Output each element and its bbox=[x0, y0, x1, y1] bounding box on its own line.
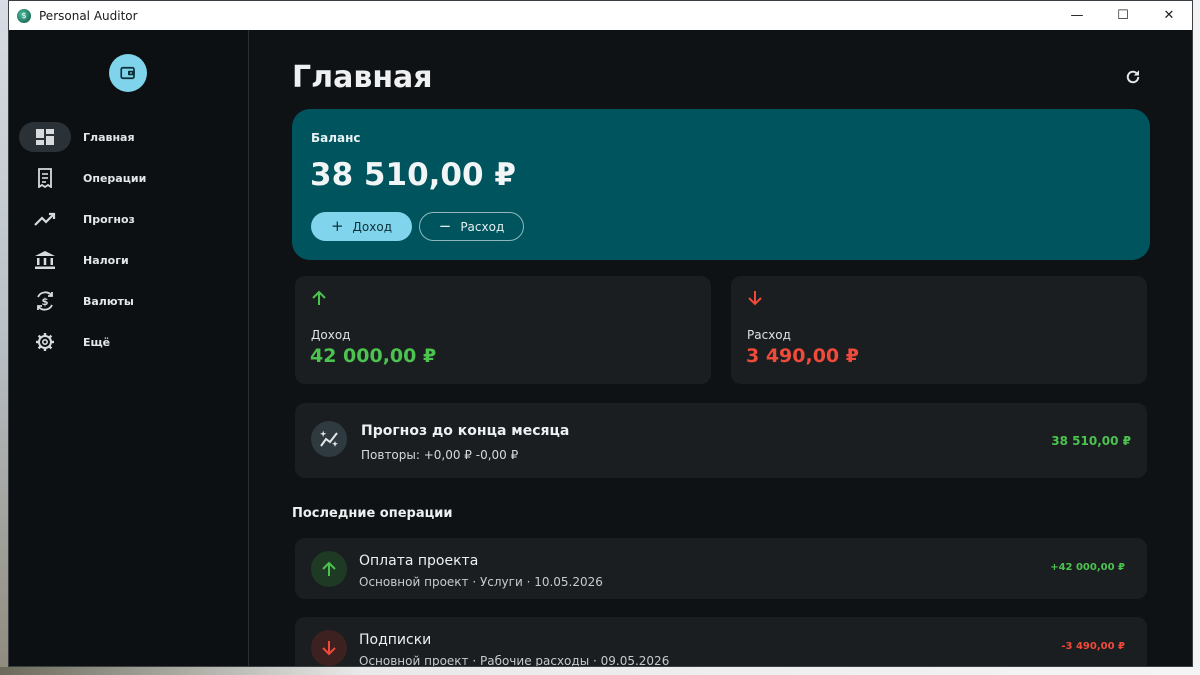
sidebar-item-label: Налоги bbox=[83, 253, 129, 267]
add-income-button[interactable]: + Доход bbox=[311, 212, 412, 241]
income-label: Доход bbox=[311, 328, 351, 342]
sidebar-item-currencies[interactable]: $ Валюты bbox=[9, 286, 249, 316]
taskbar-background bbox=[0, 667, 1200, 675]
refresh-button[interactable] bbox=[1122, 66, 1144, 88]
page-title: Главная bbox=[292, 60, 433, 95]
window-title: Personal Auditor bbox=[39, 8, 138, 23]
main-panel: Главная Баланс 38 510,00 ₽ + Доход − Рас… bbox=[249, 30, 1192, 666]
gear-icon bbox=[19, 332, 71, 352]
balance-value: 38 510,00 ₽ bbox=[310, 157, 516, 193]
list-item[interactable]: Подписки Основной проект · Рабочие расхо… bbox=[295, 617, 1147, 666]
plus-icon: + bbox=[330, 217, 344, 235]
sidebar-item-label: Главная bbox=[83, 130, 135, 144]
refresh-icon bbox=[1126, 70, 1140, 84]
add-income-label: Доход bbox=[352, 219, 393, 234]
add-expense-label: Расход bbox=[460, 219, 505, 234]
sidebar-item-label: Операции bbox=[83, 171, 147, 185]
app-logo-icon: $ bbox=[17, 8, 31, 23]
operation-title: Подписки bbox=[359, 632, 432, 648]
arrow-up-icon bbox=[311, 290, 327, 310]
minus-icon: − bbox=[438, 217, 452, 235]
sidebar-item-operations[interactable]: Операции bbox=[9, 163, 249, 193]
app-content: Главная Операции Прогноз Налоги $ Валюты… bbox=[9, 30, 1192, 666]
svg-text:$: $ bbox=[42, 297, 49, 308]
sidebar: Главная Операции Прогноз Налоги $ Валюты… bbox=[9, 30, 249, 666]
forecast-subtitle: Повторы: +0,00 ₽ -0,00 ₽ bbox=[361, 448, 519, 462]
maximize-button[interactable]: ☐ bbox=[1100, 1, 1146, 30]
auto-graph-icon bbox=[311, 421, 347, 457]
window-controls: — ☐ ✕ bbox=[1054, 1, 1192, 30]
dashboard-icon bbox=[19, 128, 71, 146]
balance-card: Баланс 38 510,00 ₽ + Доход − Расход bbox=[292, 109, 1150, 260]
close-button[interactable]: ✕ bbox=[1146, 1, 1192, 30]
forecast-card[interactable]: Прогноз до конца месяца Повторы: +0,00 ₽… bbox=[295, 403, 1147, 478]
sidebar-item-label: Прогноз bbox=[83, 212, 135, 226]
sidebar-item-forecast[interactable]: Прогноз bbox=[9, 204, 249, 234]
receipt-icon bbox=[19, 168, 71, 188]
operation-title: Оплата проекта bbox=[359, 553, 479, 569]
arrow-down-icon bbox=[747, 290, 763, 310]
expense-card[interactable]: Расход 3 490,00 ₽ bbox=[731, 276, 1147, 384]
arrow-down-icon bbox=[311, 630, 347, 666]
expense-label: Расход bbox=[747, 328, 791, 342]
sidebar-item-more[interactable]: Ещё bbox=[9, 327, 249, 357]
desktop-background bbox=[1193, 0, 1200, 675]
arrow-up-icon bbox=[311, 551, 347, 587]
income-value: 42 000,00 ₽ bbox=[310, 345, 437, 367]
balance-label: Баланс bbox=[311, 131, 361, 145]
add-expense-button[interactable]: − Расход bbox=[419, 212, 524, 241]
income-card[interactable]: Доход 42 000,00 ₽ bbox=[295, 276, 711, 384]
list-item[interactable]: Оплата проекта Основной проект · Услуги … bbox=[295, 538, 1147, 599]
recent-operations-title: Последние операции bbox=[292, 506, 453, 521]
sidebar-item-label: Ещё bbox=[83, 335, 111, 349]
operation-amount: +42 000,00 ₽ bbox=[1050, 562, 1125, 573]
sidebar-item-home[interactable]: Главная bbox=[9, 122, 249, 152]
forecast-value: 38 510,00 ₽ bbox=[1051, 434, 1131, 448]
minimize-button[interactable]: — bbox=[1054, 1, 1100, 30]
currency-exchange-icon: $ bbox=[19, 290, 71, 312]
bank-icon bbox=[19, 250, 71, 270]
sidebar-nav: Главная Операции Прогноз Налоги $ Валюты… bbox=[9, 122, 249, 368]
title-bar: $ Personal Auditor — ☐ ✕ bbox=[9, 1, 1192, 30]
operation-subtitle: Основной проект · Рабочие расходы · 09.0… bbox=[359, 654, 670, 666]
operation-subtitle: Основной проект · Услуги · 10.05.2026 bbox=[359, 575, 603, 589]
sidebar-item-taxes[interactable]: Налоги bbox=[9, 245, 249, 275]
expense-value: 3 490,00 ₽ bbox=[746, 345, 859, 367]
sidebar-item-label: Валюты bbox=[83, 294, 134, 308]
trending-up-icon bbox=[19, 212, 71, 226]
forecast-title: Прогноз до конца месяца bbox=[361, 423, 570, 439]
operation-amount: -3 490,00 ₽ bbox=[1061, 641, 1125, 652]
wallet-icon bbox=[120, 66, 135, 80]
app-window: $ Personal Auditor — ☐ ✕ Главная Операци… bbox=[8, 0, 1193, 667]
avatar[interactable] bbox=[109, 54, 147, 92]
